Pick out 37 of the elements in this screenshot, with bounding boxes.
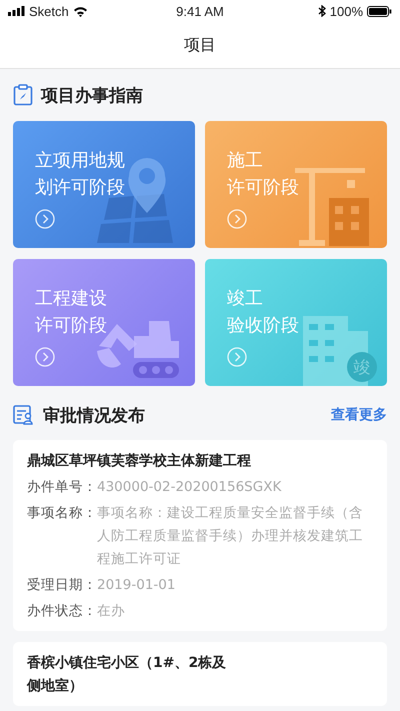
field-value: 430000-02-20200156SGXK	[97, 478, 282, 497]
carrier-name: Sketch	[29, 4, 69, 18]
field-label: 受理日期：	[27, 576, 97, 595]
stage-title: 工程建设 许可阶段	[35, 287, 107, 338]
section-title: 项目办事指南	[41, 84, 143, 106]
chevron-circle-icon	[227, 347, 247, 367]
document-user-icon	[13, 405, 35, 425]
clipboard-icon	[13, 84, 33, 106]
battery-percent: 100%	[330, 4, 363, 18]
bluetooth-icon	[318, 5, 326, 17]
field-value: 事项名称：建设工程质量安全监督手续（含人防工程质量监督手续）办理并核发建筑工程施工许可证	[97, 504, 364, 569]
field-label: 事项名称：	[27, 504, 97, 523]
approval-card[interactable]: 鼎城区草坪镇芙蓉学校主体新建工程 办件单号：430000-02-20200156SGXK 事项名称：事项名称：建设工程质量安全监督手续（含人防工程质量监督手续）办理并核发建筑工程施工许可证 受理日期：2019-01-01 办件状态：在办	[13, 440, 387, 631]
section-title: 审批情况发布	[43, 404, 145, 426]
chevron-circle-icon	[227, 209, 247, 229]
view-more-link[interactable]: 查看更多	[331, 406, 387, 424]
stage-title: 施工 许可阶段	[227, 149, 299, 200]
project-title: 鼎城区草坪镇芙蓉学校主体新建工程	[27, 452, 252, 471]
signal-icon	[8, 6, 25, 16]
chevron-circle-icon	[35, 209, 55, 229]
stage-card[interactable]: 立项用地规 划许可阶段	[13, 121, 195, 248]
field-value: 2019-01-01	[97, 576, 176, 595]
project-title: 香槟小镇住宅小区（1#、2栋及 侧地室）	[27, 654, 228, 696]
field-label: 办件状态：	[27, 602, 97, 621]
field-value: 在办	[97, 602, 125, 621]
stage-card[interactable]: 施工 许可阶段	[205, 121, 387, 248]
chevron-circle-icon	[35, 347, 55, 367]
approval-card[interactable]: 香槟小镇住宅小区（1#、2栋及 侧地室）	[13, 642, 387, 706]
stage-card[interactable]: 工程建设 许可阶段	[13, 259, 195, 386]
stage-card[interactable]: 竣 竣工 验收阶段	[205, 259, 387, 386]
page-title: 项目	[184, 34, 216, 56]
stage-title: 立项用地规 划许可阶段	[35, 149, 125, 200]
field-label: 办件单号：	[27, 478, 97, 497]
stage-title: 竣工 验收阶段	[227, 287, 299, 338]
battery-icon	[367, 6, 392, 16]
status-time: 9:41 AM	[176, 4, 224, 18]
wifi-icon	[72, 6, 88, 16]
